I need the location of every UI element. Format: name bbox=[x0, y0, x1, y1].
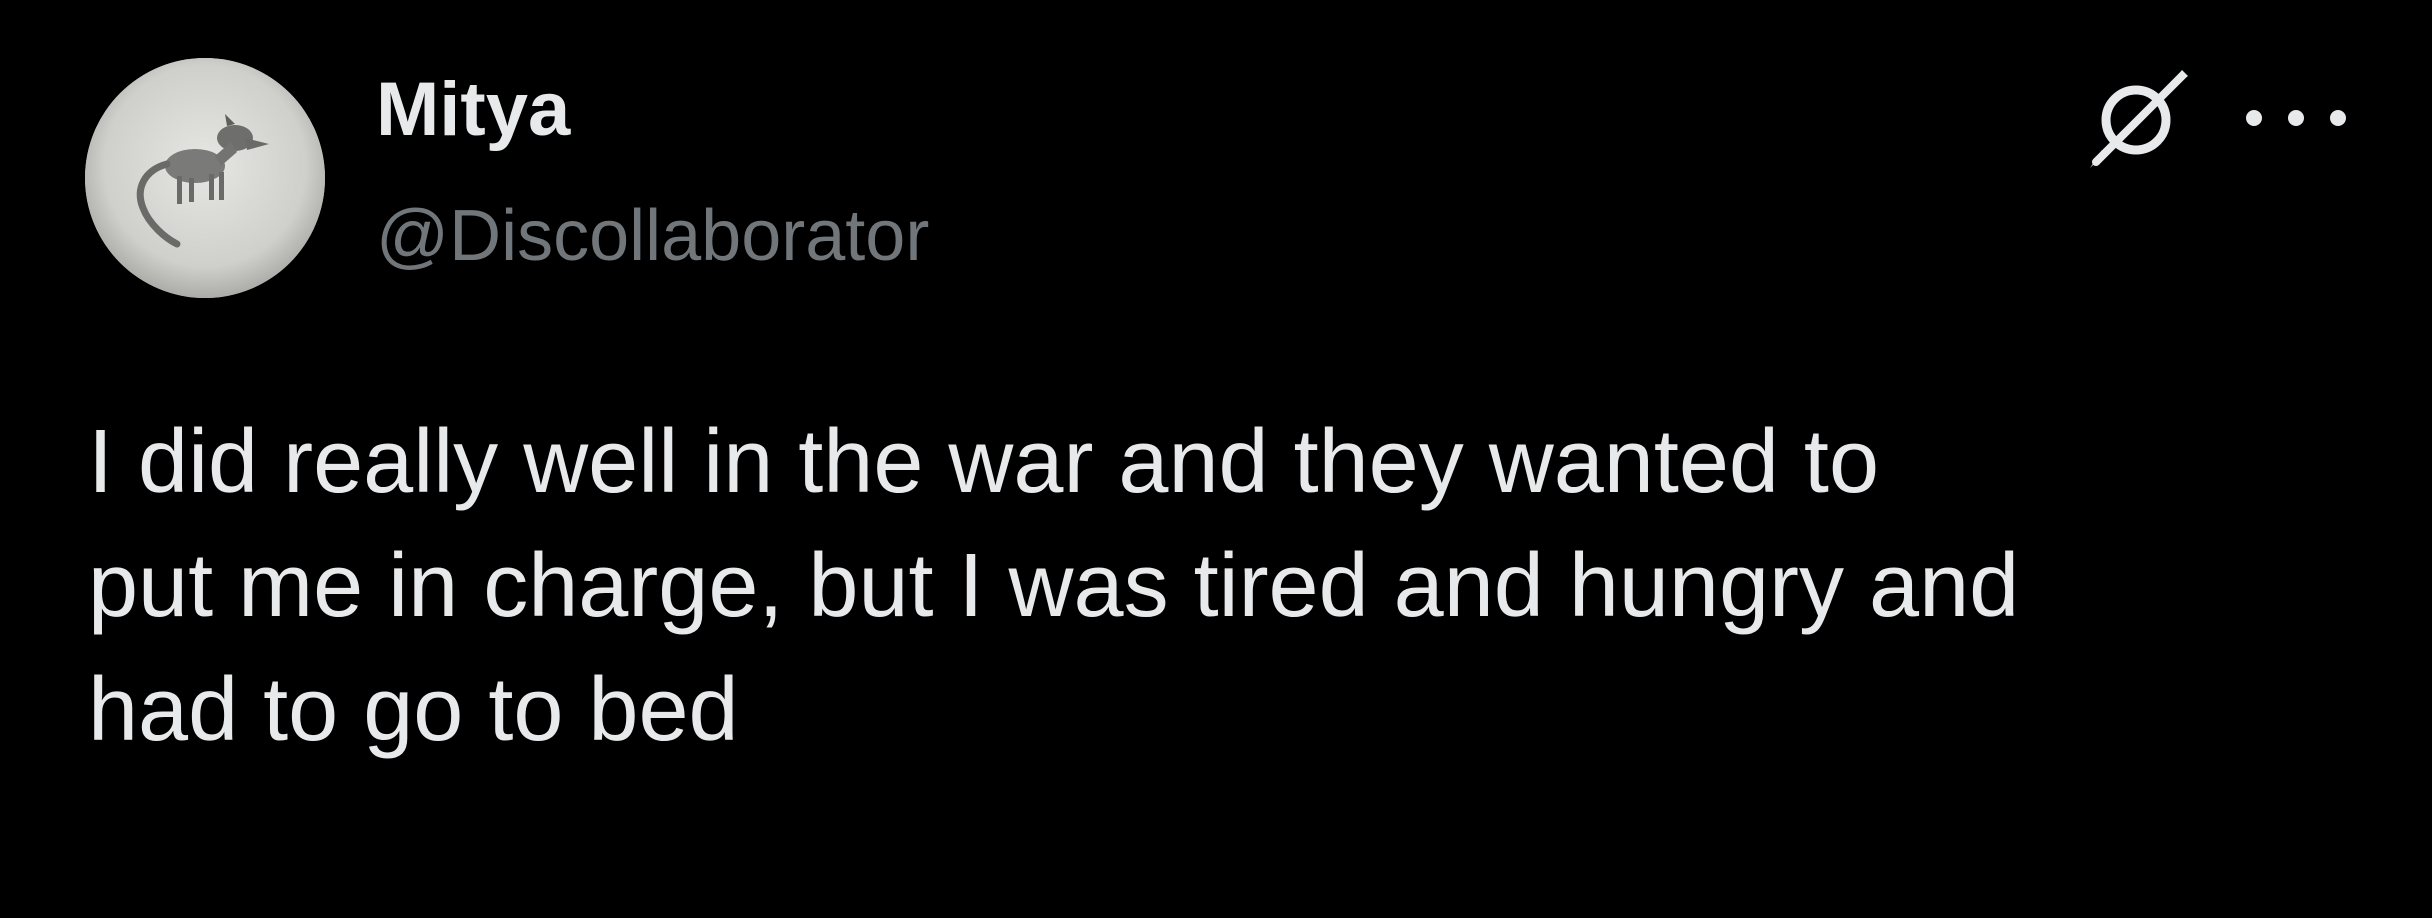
more-horizontal-icon bbox=[2246, 110, 2262, 126]
dog-photo-icon bbox=[85, 58, 325, 298]
grok-button[interactable] bbox=[2078, 62, 2194, 178]
more-options-button[interactable] bbox=[2246, 90, 2346, 146]
display-name[interactable]: Mitya bbox=[376, 72, 570, 148]
user-handle[interactable]: @Discollaborator bbox=[376, 200, 929, 272]
tweet-text: I did really well in the war and they wa… bbox=[88, 400, 2388, 772]
avatar[interactable] bbox=[85, 58, 325, 298]
grok-icon bbox=[2090, 70, 2188, 168]
more-horizontal-icon bbox=[2288, 110, 2304, 126]
tweet-text-line: I did really well in the war and they wa… bbox=[88, 412, 1879, 512]
tweet-text-line: put me in charge, but I was tired and hu… bbox=[88, 536, 2020, 636]
more-horizontal-icon bbox=[2330, 110, 2346, 126]
tweet-text-line: had to go to bed bbox=[88, 660, 739, 760]
tweet-card: Mitya @Discollaborator I did really well… bbox=[0, 0, 2432, 918]
